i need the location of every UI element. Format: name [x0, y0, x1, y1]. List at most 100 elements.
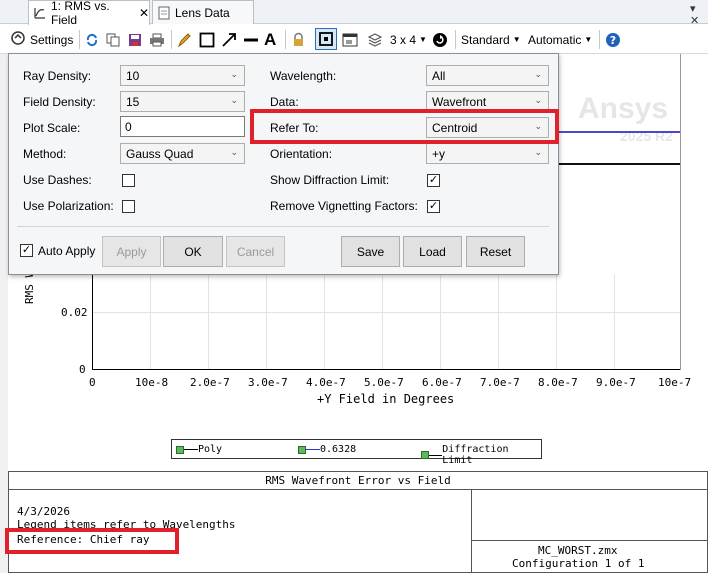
settings-gear-icon [10, 30, 26, 49]
chevron-down-icon: ⌄ [534, 147, 542, 157]
auto-apply-label: Auto Apply [38, 244, 96, 258]
y-tick-label: 0 [79, 363, 86, 376]
plot-scale-label: Plot Scale: [23, 121, 81, 135]
info-panel: RMS Wavefront Error vs Field 4/3/2026 Le… [8, 471, 708, 573]
legend-label: 0.6328 [320, 444, 357, 455]
wavelength-select[interactable]: All ⌄ [426, 65, 549, 86]
chart-icon [33, 6, 47, 20]
chevron-down-icon: ⌄ [230, 147, 238, 157]
settings-label: Settings [30, 32, 74, 47]
legend-label: Poly [198, 444, 223, 455]
chevron-down-icon: ▼ [419, 35, 427, 44]
x-tick-label: 5.0e-7 [364, 376, 404, 389]
x-tick-label: 2.0e-7 [190, 376, 230, 389]
orientation-label: Orientation: [270, 147, 333, 161]
load-button[interactable]: Load [403, 236, 462, 267]
help-icon[interactable]: ? [605, 30, 621, 49]
x-tick-label: 9.0e-7 [596, 376, 636, 389]
plot-title: RMS Wavefront Error vs Field [9, 472, 707, 490]
lock-icon[interactable] [292, 30, 305, 49]
method-select[interactable]: Gauss Quad ⌄ [120, 143, 245, 164]
info-config: Configuration 1 of 1 [512, 557, 645, 570]
use-dashes-checkbox[interactable] [122, 174, 135, 187]
x-tick-label: 4.0e-7 [306, 376, 346, 389]
automatic-label: Automatic [528, 32, 582, 47]
x-tick-label: 8.0e-7 [538, 376, 578, 389]
ray-density-select[interactable]: 10 ⌄ [120, 65, 245, 86]
layout-label: 3 x 4 [390, 32, 417, 47]
close-tab-icon[interactable]: ✕ [139, 6, 149, 20]
document-icon [157, 6, 171, 20]
chevron-down-icon: ⌄ [534, 95, 542, 105]
chevron-down-icon: ⌄ [230, 95, 238, 105]
text-tool-icon[interactable]: A [264, 30, 276, 49]
x-axis-label: +Y Field in Degrees [317, 392, 455, 406]
info-date: 4/3/2026 [17, 505, 70, 518]
reference-highlight [5, 528, 179, 554]
tab-label: Lens Data [175, 5, 230, 20]
wavelength-series-line [559, 131, 680, 133]
x-tick-label: 10e-7 [658, 376, 692, 389]
y-tick-label: 0.02 [61, 306, 88, 319]
data-label: Data: [270, 95, 299, 109]
tab-rms-vs-field[interactable]: 1: RMS vs. Field ✕ [28, 0, 150, 27]
legend-swatch-icon [176, 445, 184, 454]
show-diffraction-limit-checkbox[interactable]: ✓ [427, 174, 440, 187]
save-button[interactable]: Save [341, 236, 400, 267]
chevron-down-icon: ⌄ [230, 69, 238, 79]
toolbar: Settings A 3 x 4 ▼ Standard ▼ Automatic … [0, 25, 708, 54]
use-polarization-label: Use Polarization: [23, 199, 114, 213]
x-axis [92, 369, 680, 370]
legend-item-diffraction-limit: Diffraction Limit [421, 444, 541, 466]
use-polarization-checkbox[interactable] [122, 200, 135, 213]
window-layout-icon[interactable] [342, 30, 358, 49]
plot-scale-input[interactable]: 0 [120, 116, 245, 137]
copy-icon[interactable] [106, 30, 121, 49]
tab-bar: 1: RMS vs. Field ✕ Lens Data ▾ ✕ [0, 0, 708, 27]
arrow-tool-icon[interactable] [221, 30, 237, 49]
use-dashes-label: Use Dashes: [23, 173, 92, 187]
line-tool-icon[interactable] [243, 30, 259, 49]
legend-item-wavelength: 0.6328 [298, 444, 356, 455]
pencil-icon[interactable] [177, 30, 191, 49]
save-plot-icon[interactable] [128, 30, 143, 49]
legend-item-poly: Poly [176, 444, 222, 455]
legend-label: Diffraction Limit [442, 444, 509, 466]
chevron-down-icon: ▼ [584, 35, 593, 44]
auto-apply-checkbox[interactable]: ✓ [20, 244, 33, 257]
apply-button[interactable]: Apply [102, 236, 161, 267]
automatic-dropdown[interactable]: Automatic ▼ [528, 30, 592, 49]
legend-swatch-icon [421, 451, 429, 459]
remove-vignetting-checkbox[interactable]: ✓ [427, 200, 440, 213]
method-label: Method: [23, 147, 67, 161]
rotate-icon[interactable] [432, 30, 448, 49]
watermark-brand: Ansys [578, 92, 669, 125]
field-density-select[interactable]: 15 ⌄ [120, 91, 245, 112]
chart-legend: Poly 0.6328 Diffraction Limit [171, 439, 542, 466]
layers-icon[interactable] [367, 30, 383, 49]
field-density-label: Field Density: [23, 95, 96, 109]
ok-button[interactable]: OK [163, 236, 223, 267]
x-tick-label: 7.0e-7 [480, 376, 520, 389]
x-tick-label: 3.0e-7 [248, 376, 288, 389]
settings-button[interactable]: Settings [10, 30, 73, 49]
legend-swatch-icon [298, 445, 306, 454]
zoom-fit-icon[interactable] [315, 28, 337, 50]
refresh-icon[interactable] [85, 30, 99, 49]
tab-label: 1: RMS vs. Field [51, 0, 110, 27]
rectangle-tool-icon[interactable] [199, 30, 215, 49]
info-file: MC_WORST.zmx [538, 544, 618, 557]
standard-label: Standard [461, 32, 510, 47]
refer-to-highlight [250, 109, 559, 144]
reset-button[interactable]: Reset [466, 236, 525, 267]
print-icon[interactable] [149, 30, 165, 49]
tab-lens-data[interactable]: Lens Data [152, 0, 254, 24]
orientation-select[interactable]: +y ⌄ [426, 143, 549, 164]
wavelength-label: Wavelength: [270, 69, 337, 83]
cancel-button[interactable]: Cancel [226, 236, 285, 267]
layout-selector[interactable]: 3 x 4 ▼ [390, 30, 427, 49]
ray-density-label: Ray Density: [23, 69, 92, 83]
x-tick-label: 10e-8 [135, 376, 169, 389]
standard-dropdown[interactable]: Standard ▼ [461, 30, 521, 49]
show-diffraction-limit-label: Show Diffraction Limit: [270, 173, 390, 187]
